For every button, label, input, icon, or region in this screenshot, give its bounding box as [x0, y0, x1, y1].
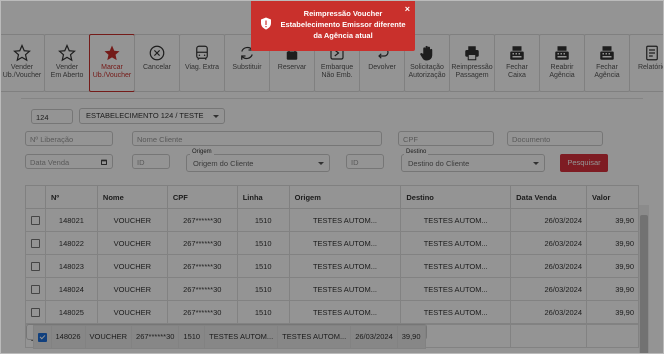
toast-text: Reimpressão Voucher Estabelecimento Emis…: [277, 8, 409, 41]
toast-title: Reimpressão Voucher: [303, 9, 383, 18]
close-icon[interactable]: ×: [405, 4, 410, 14]
app-window: Vender Ub./Voucher Vender Em Aberto Marc…: [0, 0, 664, 354]
toast-message: Estabelecimento Emissor diferente da Agê…: [280, 20, 406, 40]
shield-alert-icon: [261, 17, 271, 30]
modal-overlay: [1, 1, 663, 353]
error-toast: Reimpressão Voucher Estabelecimento Emis…: [251, 1, 415, 51]
